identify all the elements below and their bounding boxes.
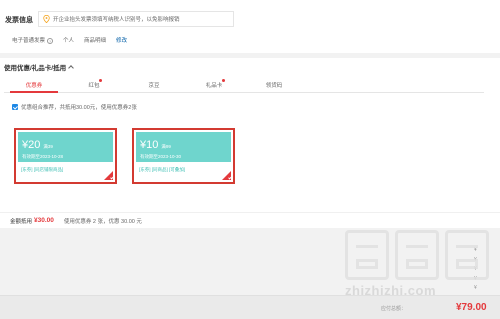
- invoice-content: 商品明细: [84, 38, 107, 44]
- coupon-tags: [东券] [同商品] [可叠加]: [139, 167, 186, 172]
- total-amount: ¥79.00: [456, 302, 487, 313]
- coupon-section-toggle[interactable]: 使用优惠/礼品卡/抵用: [4, 62, 74, 72]
- coupon-validity: 有效期至2023-10-28: [22, 154, 64, 159]
- invoice-details: 电子普通发票? 个人 商品明细 修改: [12, 36, 127, 44]
- invoice-holder: 个人: [63, 38, 75, 44]
- coupon-panel: 使用优惠/礼品卡/抵用 优惠券 红包 京豆 礼品卡 领货码 优惠组合推荐，共抵用…: [0, 58, 500, 228]
- summary-desc: 使用优惠券 2 张，优惠 30.00 元: [63, 218, 142, 225]
- tab-dot: [99, 79, 102, 82]
- watermark-logo-glyph: [445, 230, 489, 280]
- coupon-amount: ¥20: [22, 139, 41, 151]
- checkbox-checked[interactable]: [12, 104, 18, 110]
- coupon-card[interactable]: ¥20 满39 有效期至2023-10-28 [东券] [同店铺限商品]: [14, 128, 117, 184]
- tab-jingdou[interactable]: 京豆: [124, 78, 184, 92]
- total-label: 应付总额：: [381, 306, 407, 312]
- coupon-condition: 满39: [43, 144, 53, 149]
- watermark-logo-glyph: [395, 230, 439, 280]
- invoice-panel: 发票信息 开企业抬头发票须填写纳税人识别号，以免影响报销 电子普通发票? 个人 …: [0, 0, 500, 53]
- summary-label: 金额抵用: [10, 218, 33, 225]
- invoice-edit-link[interactable]: 修改: [116, 36, 127, 44]
- coupon-amount: ¥10: [140, 139, 159, 151]
- tab-red-packet[interactable]: 红包: [64, 78, 124, 92]
- invoice-notice: 开企业抬头发票须填写纳税人识别号，以免影响报销: [38, 11, 234, 27]
- coupon-card[interactable]: ¥10 满99 有效期至2023-10-30 [东券] [同商品] [可叠加]: [132, 128, 235, 184]
- watermark: zhizhizhi.com: [345, 230, 495, 305]
- watermark-logo-glyph: [345, 230, 389, 280]
- coupon-tags: [东券] [同店铺限商品]: [21, 167, 64, 172]
- coupon-condition: 满99: [161, 144, 171, 149]
- discount-summary: 金额抵用 ¥30.00 使用优惠券 2 张，优惠 30.00 元: [0, 212, 500, 228]
- invoice-notice-text: 开企业抬头发票须填写纳税人识别号，以免影响报销: [53, 17, 180, 23]
- coupon-section-title: 使用优惠/礼品卡/抵用: [4, 65, 67, 72]
- summary-amount: ¥30.00: [34, 217, 54, 224]
- location-pin-icon: [43, 15, 50, 23]
- tab-redeem-code[interactable]: 领货码: [244, 78, 304, 92]
- tab-gift-card[interactable]: 礼品卡: [184, 78, 244, 92]
- combo-recommendation[interactable]: 优惠组合推荐，共抵用30.00元，使用优惠券2张: [12, 103, 137, 111]
- info-icon[interactable]: ?: [47, 37, 54, 44]
- tab-coupons[interactable]: 优惠券: [4, 78, 64, 93]
- chevron-up-icon: [68, 65, 74, 71]
- invoice-type: 电子普通发票?: [12, 37, 54, 44]
- invoice-title: 发票信息: [5, 17, 33, 24]
- coupon-validity: 有效期至2023-10-30: [140, 154, 182, 159]
- checkout-footer: 应付总额： ¥79.00: [0, 295, 500, 319]
- tab-dot: [222, 79, 225, 82]
- combo-text: 优惠组合推荐，共抵用30.00元，使用优惠券2张: [21, 105, 137, 111]
- coupon-tabs: 优惠券 红包 京豆 礼品卡 领货码: [4, 78, 484, 93]
